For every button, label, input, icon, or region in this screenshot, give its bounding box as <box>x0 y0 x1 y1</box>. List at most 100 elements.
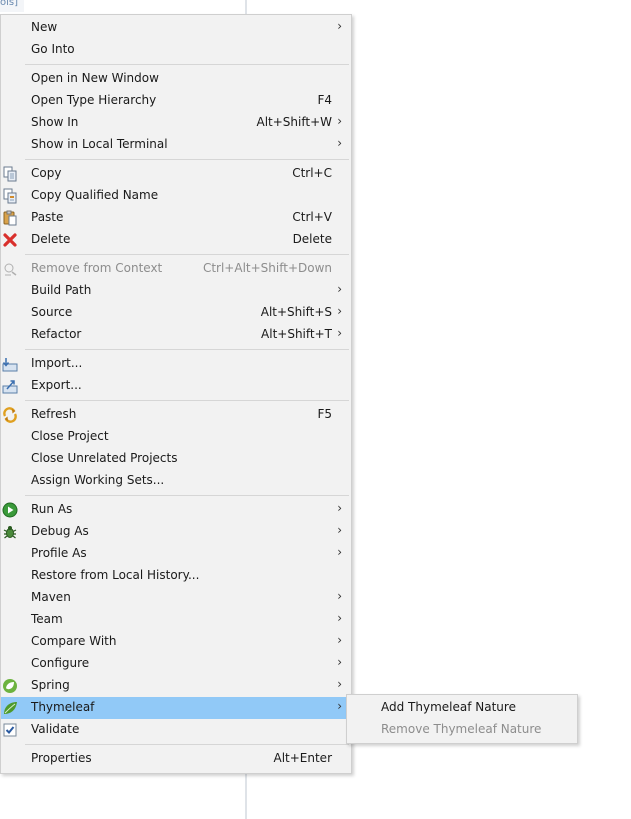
menu-item-label: New <box>31 20 58 34</box>
spring-icon <box>2 678 18 694</box>
menu-item-maven[interactable]: Maven › <box>1 587 351 609</box>
menu-item-label: Delete <box>31 232 71 246</box>
menu-item-label: Thymeleaf <box>31 700 95 714</box>
chevron-right-icon: › <box>337 304 342 318</box>
menu-item-label: Assign Working Sets... <box>31 473 165 487</box>
menu-item-delete[interactable]: Delete Delete <box>1 229 351 251</box>
menu-item-thymeleaf[interactable]: Thymeleaf › <box>1 697 351 719</box>
menu-item-shortcut: Ctrl+Alt+Shift+Down <box>202 261 332 275</box>
chevron-right-icon: › <box>337 501 342 515</box>
menu-item-label: Spring <box>31 678 70 692</box>
menu-item-refactor[interactable]: Refactor Alt+Shift+T › <box>1 324 351 346</box>
menu-item-label: Refresh <box>31 407 77 421</box>
menu-item-refresh[interactable]: Refresh F5 <box>1 404 351 426</box>
menu-item-shortcut: Ctrl+V <box>292 210 332 224</box>
menu-separator <box>25 254 349 255</box>
run-icon <box>2 502 18 518</box>
context-menu: New › Go Into Open in New Window Open Ty… <box>0 14 352 774</box>
chevron-right-icon: › <box>337 633 342 647</box>
chevron-right-icon: › <box>337 326 342 340</box>
menu-item-spring[interactable]: Spring › <box>1 675 351 697</box>
menu-item-label: Restore from Local History... <box>31 568 200 582</box>
menu-item-profile-as[interactable]: Profile As › <box>1 543 351 565</box>
menu-item-label: Copy Qualified Name <box>31 188 159 202</box>
menu-item-source[interactable]: Source Alt+Shift+S › <box>1 302 351 324</box>
chevron-right-icon: › <box>337 589 342 603</box>
menu-item-label: Close Unrelated Projects <box>31 451 178 465</box>
chevron-right-icon: › <box>337 523 342 537</box>
chevron-right-icon: › <box>337 611 342 625</box>
export-icon <box>2 378 18 394</box>
menu-item-copy[interactable]: Copy Ctrl+C <box>1 163 351 185</box>
menu-item-label: Properties <box>31 751 92 765</box>
refresh-icon <box>2 407 18 423</box>
menu-item-label: Team <box>31 612 63 626</box>
menu-item-run-as[interactable]: Run As › <box>1 499 351 521</box>
menu-item-label: Compare With <box>31 634 117 648</box>
menu-item-show-in[interactable]: Show In Alt+Shift+W › <box>1 112 351 134</box>
menu-item-open-type-hierarchy[interactable]: Open Type Hierarchy F4 <box>1 90 351 112</box>
chevron-right-icon: › <box>337 114 342 128</box>
thymeleaf-leaf-icon <box>2 700 18 716</box>
chevron-right-icon: › <box>337 699 342 713</box>
menu-separator <box>25 744 349 745</box>
menu-item-label: Run As <box>31 502 73 516</box>
debug-bug-icon <box>2 524 18 540</box>
menu-item-label: Source <box>31 305 73 319</box>
menu-item-shortcut: Alt+Shift+S <box>260 305 332 319</box>
menu-item-add-thymeleaf-nature[interactable]: Add Thymeleaf Nature <box>347 697 577 719</box>
menu-item-label: Add Thymeleaf Nature <box>381 700 516 714</box>
menu-item-close-unrelated-projects[interactable]: Close Unrelated Projects <box>1 448 351 470</box>
menu-item-label: Debug As <box>31 524 89 538</box>
chevron-right-icon: › <box>337 677 342 691</box>
menu-item-shortcut: F5 <box>317 407 332 421</box>
menu-item-team[interactable]: Team › <box>1 609 351 631</box>
menu-item-properties[interactable]: Properties Alt+Enter <box>1 748 351 770</box>
menu-item-shortcut: Ctrl+C <box>292 166 332 180</box>
menu-item-assign-working-sets[interactable]: Assign Working Sets... <box>1 470 351 492</box>
menu-item-restore-from-local-history[interactable]: Restore from Local History... <box>1 565 351 587</box>
menu-item-label: Validate <box>31 722 80 736</box>
copy-icon <box>2 166 18 182</box>
menu-item-label: Copy <box>31 166 62 180</box>
menu-item-label: Remove Thymeleaf Nature <box>381 722 542 736</box>
menu-item-label: Import... <box>31 356 83 370</box>
menu-item-remove-from-context: Remove from Context Ctrl+Alt+Shift+Down <box>1 258 351 280</box>
thymeleaf-submenu: Add Thymeleaf Nature Remove Thymeleaf Na… <box>346 694 578 744</box>
delete-icon <box>2 232 18 248</box>
menu-item-label: Configure <box>31 656 90 670</box>
menu-item-import[interactable]: Import... <box>1 353 351 375</box>
menu-item-label: Go Into <box>31 42 75 56</box>
menu-item-shortcut: Alt+Shift+W <box>256 115 333 129</box>
menu-item-validate[interactable]: Validate <box>1 719 351 741</box>
menu-item-paste[interactable]: Paste Ctrl+V <box>1 207 351 229</box>
menu-item-export[interactable]: Export... <box>1 375 351 397</box>
menu-item-build-path[interactable]: Build Path › <box>1 280 351 302</box>
chevron-right-icon: › <box>337 655 342 669</box>
menu-item-shortcut: F4 <box>317 93 332 107</box>
background-text-fragment: ols] <box>0 0 19 8</box>
menu-item-shortcut: Alt+Shift+T <box>261 327 332 341</box>
menu-item-label: Close Project <box>31 429 109 443</box>
menu-item-label: Open in New Window <box>31 71 159 85</box>
menu-separator <box>25 64 349 65</box>
menu-item-copy-qualified-name[interactable]: Copy Qualified Name <box>1 185 351 207</box>
menu-item-label: Refactor <box>31 327 82 341</box>
chevron-right-icon: › <box>337 545 342 559</box>
menu-separator <box>25 400 349 401</box>
menu-item-debug-as[interactable]: Debug As › <box>1 521 351 543</box>
menu-item-label: Export... <box>31 378 82 392</box>
menu-item-shortcut: Alt+Enter <box>273 751 332 765</box>
menu-item-show-in-local-terminal[interactable]: Show in Local Terminal › <box>1 134 351 156</box>
menu-separator <box>25 159 349 160</box>
menu-item-configure[interactable]: Configure › <box>1 653 351 675</box>
menu-item-close-project[interactable]: Close Project <box>1 426 351 448</box>
menu-item-new[interactable]: New › <box>1 17 351 39</box>
menu-item-label: Open Type Hierarchy <box>31 93 157 107</box>
menu-item-open-in-new-window[interactable]: Open in New Window <box>1 68 351 90</box>
menu-item-label: Paste <box>31 210 64 224</box>
menu-item-compare-with[interactable]: Compare With › <box>1 631 351 653</box>
menu-separator <box>25 349 349 350</box>
menu-item-go-into[interactable]: Go Into <box>1 39 351 61</box>
menu-item-label: Maven <box>31 590 71 604</box>
